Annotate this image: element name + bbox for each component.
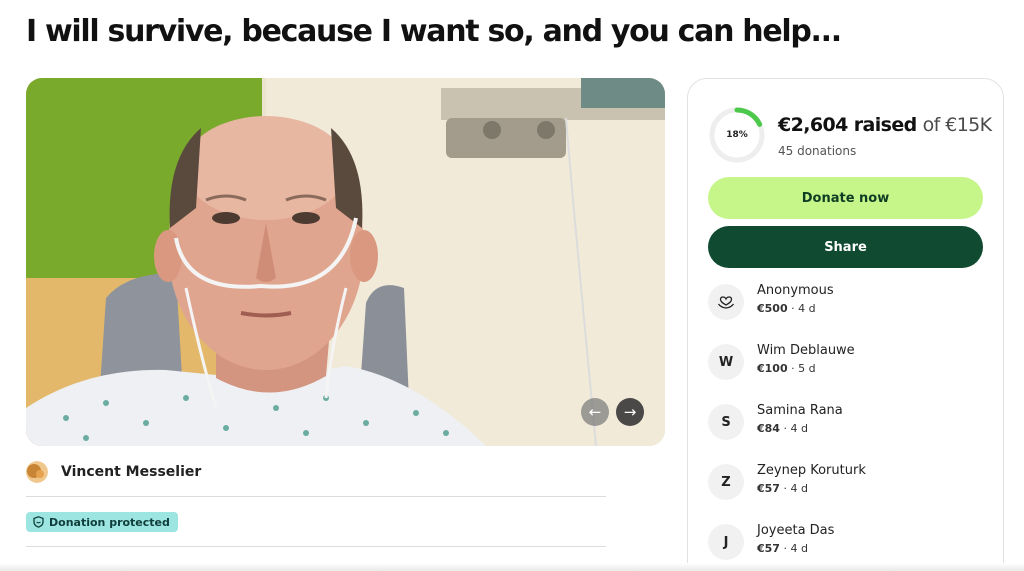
donor-item: Z Zeynep Koruturk €57 · 4 d bbox=[708, 463, 866, 500]
divider bbox=[26, 546, 606, 547]
donor-amount: €57 bbox=[757, 542, 780, 555]
donor-avatar: W bbox=[708, 344, 744, 380]
donor-name: Anonymous bbox=[757, 283, 834, 298]
organizer-name[interactable]: Vincent Messelier bbox=[61, 464, 201, 480]
donor-info: Samina Rana €84 · 4 d bbox=[757, 403, 843, 435]
donor-info: Zeynep Koruturk €57 · 4 d bbox=[757, 463, 866, 495]
arrow-right-icon: → bbox=[623, 403, 637, 421]
donor-name: Wim Deblauwe bbox=[757, 343, 855, 358]
donor-time: 4 d bbox=[790, 542, 808, 555]
donor-avatar: Z bbox=[708, 464, 744, 500]
donor-name: Zeynep Koruturk bbox=[757, 463, 866, 478]
donor-meta: €100 · 5 d bbox=[757, 362, 855, 375]
donation-card: 18% €2,604 raised of €15K 45 donations D… bbox=[687, 78, 1004, 571]
donor-info: Anonymous €500 · 4 d bbox=[757, 283, 834, 315]
separator: · bbox=[779, 482, 791, 495]
donor-item: Anonymous €500 · 4 d bbox=[708, 283, 834, 320]
page-edge bbox=[0, 563, 1024, 571]
goal-amount: of €15K bbox=[922, 114, 992, 136]
separator: · bbox=[787, 302, 799, 315]
donation-protected-badge[interactable]: Donation protected bbox=[26, 512, 178, 532]
next-photo-button[interactable]: → bbox=[616, 398, 644, 426]
donation-count: 45 donations bbox=[778, 144, 857, 158]
donation-protected-label: Donation protected bbox=[49, 515, 170, 529]
donor-amount: €84 bbox=[757, 422, 780, 435]
donor-time: 5 d bbox=[798, 362, 816, 375]
donor-avatar: S bbox=[708, 404, 744, 440]
previous-photo-button[interactable]: ← bbox=[581, 398, 609, 426]
separator: · bbox=[779, 422, 791, 435]
organizer-avatar bbox=[26, 461, 48, 483]
donor-meta: €500 · 4 d bbox=[757, 302, 834, 315]
organizer[interactable]: Vincent Messelier bbox=[26, 461, 201, 483]
donor-info: Joyeeta Das €57 · 4 d bbox=[757, 523, 834, 555]
donor-amount: €100 bbox=[757, 362, 788, 375]
share-button[interactable]: Share bbox=[708, 226, 983, 268]
donor-time: 4 d bbox=[798, 302, 816, 315]
progress-percent: 18% bbox=[726, 130, 748, 140]
donor-amount: €57 bbox=[757, 482, 780, 495]
raised-amount: €2,604 raised bbox=[778, 114, 917, 136]
campaign-photo-image bbox=[26, 78, 665, 446]
divider bbox=[26, 496, 606, 497]
donate-now-button[interactable]: Donate now bbox=[708, 177, 983, 219]
donor-meta: €57 · 4 d bbox=[757, 542, 834, 555]
donor-item: S Samina Rana €84 · 4 d bbox=[708, 403, 843, 440]
shield-icon bbox=[33, 516, 44, 528]
donor-meta: €57 · 4 d bbox=[757, 482, 866, 495]
separator: · bbox=[779, 542, 791, 555]
separator: · bbox=[787, 362, 799, 375]
heart-hand-icon bbox=[708, 284, 744, 320]
donor-item: W Wim Deblauwe €100 · 5 d bbox=[708, 343, 855, 380]
page-title: I will survive, because I want so, and y… bbox=[26, 14, 842, 49]
donor-item: J Joyeeta Das €57 · 4 d bbox=[708, 523, 834, 560]
donor-name: Joyeeta Das bbox=[757, 523, 835, 538]
donor-name: Samina Rana bbox=[757, 403, 843, 418]
progress-ring: 18% bbox=[708, 106, 766, 164]
donor-avatar: J bbox=[708, 524, 744, 560]
amount-raised: €2,604 raised of €15K bbox=[778, 114, 992, 136]
donor-time: 4 d bbox=[790, 422, 808, 435]
donor-info: Wim Deblauwe €100 · 5 d bbox=[757, 343, 855, 375]
donor-meta: €84 · 4 d bbox=[757, 422, 843, 435]
arrow-left-icon: ← bbox=[588, 403, 602, 421]
donor-time: 4 d bbox=[790, 482, 808, 495]
campaign-photo[interactable]: ← → bbox=[26, 78, 665, 446]
donor-amount: €500 bbox=[757, 302, 788, 315]
